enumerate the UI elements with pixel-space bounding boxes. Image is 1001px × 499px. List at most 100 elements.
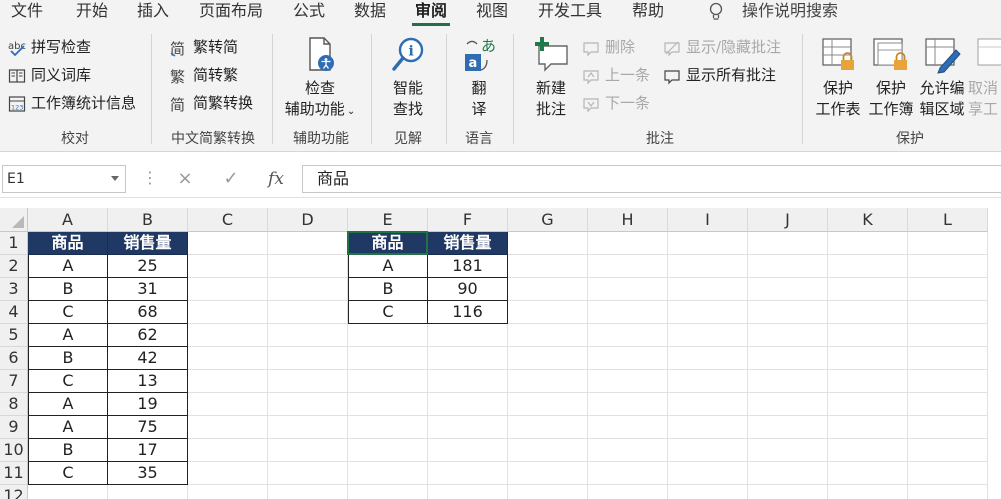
cell-g2[interactable] [508, 255, 588, 278]
cell-j10[interactable] [748, 439, 828, 462]
tab-developer[interactable]: 开发工具 [533, 0, 607, 26]
cell-k1[interactable] [828, 232, 908, 255]
cell-l11[interactable] [908, 462, 988, 485]
cell-b4[interactable]: 68 [108, 301, 188, 324]
row-header-9[interactable]: 9 [0, 416, 28, 439]
tab-help[interactable]: 帮助 [628, 0, 668, 26]
cell-k7[interactable] [828, 370, 908, 393]
cancel-entry-button[interactable]: × [172, 166, 198, 192]
cell-e4[interactable]: C [348, 301, 428, 324]
cell-c7[interactable] [188, 370, 268, 393]
cell-h8[interactable] [588, 393, 668, 416]
cell-b11[interactable]: 35 [108, 462, 188, 485]
tab-view[interactable]: 视图 [472, 0, 512, 26]
cell-i3[interactable] [668, 278, 748, 301]
formula-input[interactable]: 商品 [302, 165, 1001, 193]
cell-a1[interactable]: 商品 [28, 232, 108, 255]
cell-f10[interactable] [428, 439, 508, 462]
cell-d8[interactable] [268, 393, 348, 416]
row-header-3[interactable]: 3 [0, 278, 28, 301]
cell-a4[interactable]: C [28, 301, 108, 324]
cell-k10[interactable] [828, 439, 908, 462]
tab-page-layout[interactable]: 页面布局 [194, 0, 268, 26]
cell-g1[interactable] [508, 232, 588, 255]
cell-g6[interactable] [508, 347, 588, 370]
cell-d7[interactable] [268, 370, 348, 393]
cell-c10[interactable] [188, 439, 268, 462]
cell-k12[interactable] [828, 485, 908, 499]
cell-f9[interactable] [428, 416, 508, 439]
cell-h6[interactable] [588, 347, 668, 370]
cell-e7[interactable] [348, 370, 428, 393]
cell-k11[interactable] [828, 462, 908, 485]
cell-b3[interactable]: 31 [108, 278, 188, 301]
cell-j11[interactable] [748, 462, 828, 485]
more-options-icon[interactable]: ⋮ [142, 168, 158, 187]
column-header-k[interactable]: K [828, 208, 908, 232]
spelling-check-button[interactable]: abc 拼写检查 [8, 36, 91, 58]
cell-a7[interactable]: C [28, 370, 108, 393]
row-header-1[interactable]: 1 [0, 232, 28, 255]
cell-k5[interactable] [828, 324, 908, 347]
row-header-10[interactable]: 10 [0, 439, 28, 462]
cell-a5[interactable]: A [28, 324, 108, 347]
cell-f12[interactable] [428, 485, 508, 499]
row-header-7[interactable]: 7 [0, 370, 28, 393]
cell-b9[interactable]: 75 [108, 416, 188, 439]
cell-h12[interactable] [588, 485, 668, 499]
cell-h9[interactable] [588, 416, 668, 439]
cell-g11[interactable] [508, 462, 588, 485]
cell-a9[interactable]: A [28, 416, 108, 439]
cell-c12[interactable] [188, 485, 268, 499]
protect-sheet-button[interactable]: 保护 工作表 [813, 36, 863, 120]
worksheet-grid[interactable]: A B C D E F G H I J K L 1 2 3 4 5 6 7 8 9 10 11 12 商品 销售量 商品 销售量 A 25… [0, 208, 1001, 499]
cell-h1[interactable] [588, 232, 668, 255]
tab-insert[interactable]: 插入 [133, 0, 173, 26]
cell-i10[interactable] [668, 439, 748, 462]
cell-h4[interactable] [588, 301, 668, 324]
cell-i6[interactable] [668, 347, 748, 370]
column-header-g[interactable]: G [508, 208, 588, 232]
row-header-4[interactable]: 4 [0, 301, 28, 324]
cell-l10[interactable] [908, 439, 988, 462]
cell-g4[interactable] [508, 301, 588, 324]
previous-comment-button[interactable]: 上一条 [582, 64, 650, 86]
column-header-e[interactable]: E [348, 208, 428, 232]
protect-workbook-button[interactable]: 保护 工作簿 [866, 36, 916, 120]
cell-i12[interactable] [668, 485, 748, 499]
row-header-12[interactable]: 12 [0, 485, 28, 499]
cell-b6[interactable]: 42 [108, 347, 188, 370]
cell-b1[interactable]: 销售量 [108, 232, 188, 255]
cell-c5[interactable] [188, 324, 268, 347]
cell-i9[interactable] [668, 416, 748, 439]
cell-i5[interactable] [668, 324, 748, 347]
confirm-entry-button[interactable]: ✓ [218, 166, 244, 192]
cell-a12[interactable] [28, 485, 108, 499]
cell-f7[interactable] [428, 370, 508, 393]
cell-d11[interactable] [268, 462, 348, 485]
cell-e8[interactable] [348, 393, 428, 416]
cell-k4[interactable] [828, 301, 908, 324]
cell-b2[interactable]: 25 [108, 255, 188, 278]
cell-l5[interactable] [908, 324, 988, 347]
cell-e10[interactable] [348, 439, 428, 462]
cell-j6[interactable] [748, 347, 828, 370]
cell-g10[interactable] [508, 439, 588, 462]
cell-d5[interactable] [268, 324, 348, 347]
cell-e6[interactable] [348, 347, 428, 370]
column-header-d[interactable]: D [268, 208, 348, 232]
cell-d10[interactable] [268, 439, 348, 462]
name-box[interactable]: E1 [2, 165, 126, 193]
cell-c3[interactable] [188, 278, 268, 301]
column-header-j[interactable]: J [748, 208, 828, 232]
cell-f5[interactable] [428, 324, 508, 347]
cell-f4[interactable]: 116 [428, 301, 508, 324]
cell-h10[interactable] [588, 439, 668, 462]
row-header-11[interactable]: 11 [0, 462, 28, 485]
column-header-f[interactable]: F [428, 208, 508, 232]
column-header-h[interactable]: H [588, 208, 668, 232]
tab-formulas[interactable]: 公式 [289, 0, 329, 26]
cell-c4[interactable] [188, 301, 268, 324]
cell-f1[interactable]: 销售量 [428, 232, 508, 255]
row-header-6[interactable]: 6 [0, 347, 28, 370]
